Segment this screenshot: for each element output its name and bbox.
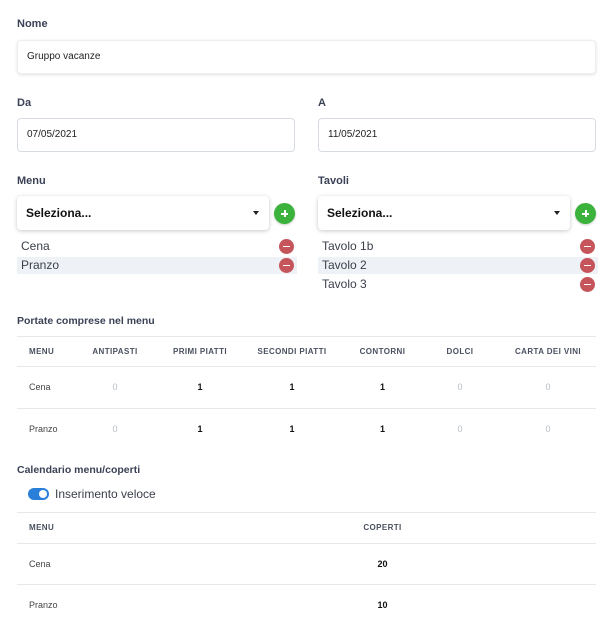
courses-cell: 1 <box>379 382 385 392</box>
courses-header-vini: CARTA DEI VINI <box>514 347 582 356</box>
courses-cell: 1 <box>197 424 203 434</box>
courses-row-name: Cena <box>29 382 51 392</box>
name-label: Nome <box>17 18 48 30</box>
courses-cell: 0 <box>112 424 118 434</box>
tables-select[interactable]: Seleziona... <box>318 196 570 230</box>
divider <box>17 543 596 544</box>
calendar-header-menu: MENU <box>29 523 55 532</box>
remove-table-button[interactable] <box>580 258 595 273</box>
courses-title: Portate comprese nel menu <box>17 315 155 327</box>
menu-select[interactable]: Seleziona... <box>17 196 269 230</box>
menu-list-item-label: Pranzo <box>21 258 60 272</box>
remove-table-button[interactable] <box>580 277 595 292</box>
menu-list-item: Cena <box>17 238 297 255</box>
quick-entry-toggle[interactable] <box>28 488 49 500</box>
courses-header-primi: PRIMI PIATTI <box>173 347 227 356</box>
courses-header-menu: MENU <box>29 347 55 356</box>
remove-menu-button[interactable] <box>279 258 294 273</box>
calendar-header-covers: COPERTI <box>363 523 402 532</box>
table-list-item-label: Tavolo 2 <box>322 258 367 272</box>
to-label: A <box>318 97 326 109</box>
tables-select-value: Seleziona... <box>327 206 393 220</box>
divider <box>17 336 596 337</box>
courses-row-name: Pranzo <box>29 424 58 434</box>
table-list-item-label: Tavolo 3 <box>322 277 367 291</box>
calendar-covers-value[interactable]: 10 <box>345 600 420 610</box>
calendar-covers-value[interactable]: 20 <box>345 559 420 569</box>
from-label: Da <box>17 97 32 109</box>
remove-table-button[interactable] <box>580 239 595 254</box>
menu-label: Menu <box>17 175 46 187</box>
courses-cell: 0 <box>545 382 551 392</box>
name-input[interactable]: Gruppo vacanze <box>17 40 596 74</box>
add-table-button[interactable] <box>575 203 596 224</box>
table-list-item-label: Tavolo 1b <box>322 239 374 253</box>
divider <box>17 512 596 513</box>
table-list-item: Tavolo 3 <box>318 276 598 293</box>
table-list-item: Tavolo 1b <box>318 238 598 255</box>
courses-header-contorni: CONTORNI <box>359 347 406 356</box>
add-menu-button[interactable] <box>274 203 295 224</box>
courses-header-secondi: SECONDI PIATTI <box>257 347 327 356</box>
courses-cell: 1 <box>379 424 385 434</box>
courses-cell: 1 <box>289 424 295 434</box>
quick-entry-label: Inserimento veloce <box>55 487 156 501</box>
divider <box>17 408 596 409</box>
calendar-row-name: Pranzo <box>29 600 58 610</box>
courses-cell: 0 <box>457 424 463 434</box>
chevron-down-icon <box>253 211 259 215</box>
courses-header-dolci: DOLCI <box>446 347 474 356</box>
tables-label: Tavoli <box>318 175 349 187</box>
from-date-input[interactable]: 07/05/2021 <box>17 118 295 152</box>
menu-list-item: Pranzo <box>17 257 297 274</box>
courses-header-antipasti: ANTIPASTI <box>92 347 138 356</box>
table-list-item: Tavolo 2 <box>318 257 598 274</box>
divider <box>17 584 596 585</box>
menu-select-value: Seleziona... <box>26 206 92 220</box>
courses-cell: 1 <box>289 382 295 392</box>
courses-cell: 0 <box>545 424 551 434</box>
courses-cell: 0 <box>457 382 463 392</box>
menu-list-item-label: Cena <box>21 239 50 253</box>
remove-menu-button[interactable] <box>279 239 294 254</box>
calendar-row-name: Cena <box>29 559 51 569</box>
courses-cell: 0 <box>112 382 118 392</box>
calendar-title: Calendario menu/coperti <box>17 464 141 476</box>
courses-cell: 1 <box>197 382 203 392</box>
chevron-down-icon <box>554 211 560 215</box>
divider <box>17 366 596 367</box>
to-date-input[interactable]: 11/05/2021 <box>318 118 596 152</box>
